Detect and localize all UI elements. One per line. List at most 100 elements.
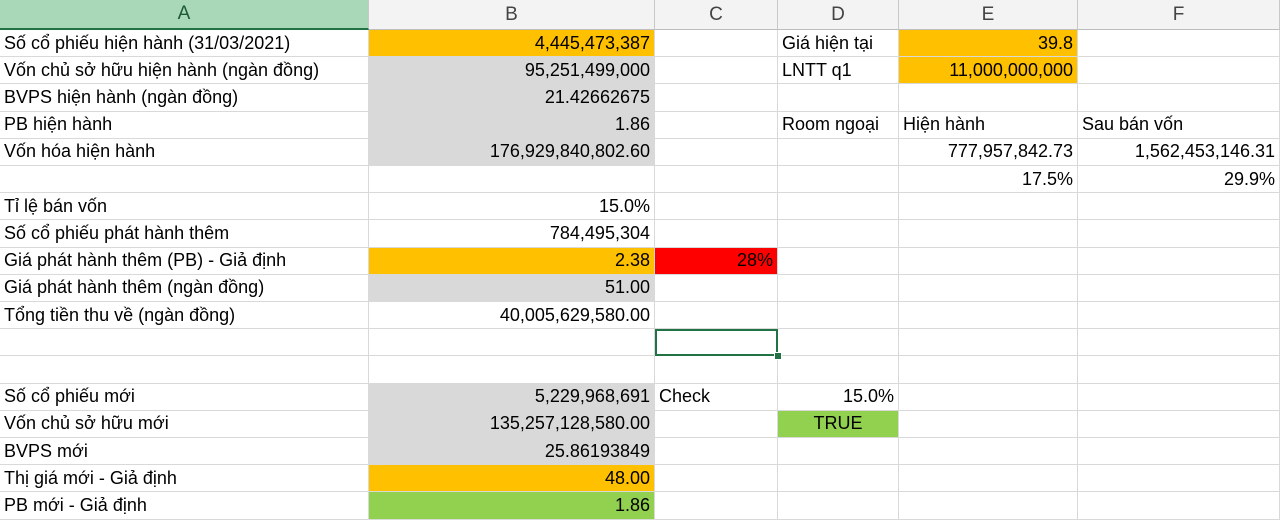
cell-b6[interactable]: 176,929,840,802.60	[369, 138, 655, 166]
cell-c13[interactable]	[655, 329, 778, 357]
cell-f9[interactable]	[1078, 220, 1280, 248]
cell-e15[interactable]	[899, 383, 1078, 411]
cell-e6[interactable]: 777,957,842.73	[899, 138, 1078, 166]
cell-d7[interactable]	[778, 166, 899, 194]
cell-d4[interactable]	[778, 84, 899, 112]
fill-handle[interactable]	[774, 352, 782, 361]
cell-e19[interactable]	[899, 492, 1078, 520]
cell-a19[interactable]: PB mới - Giả định	[0, 492, 369, 520]
cell-a10[interactable]: Giá phát hành thêm (PB) - Giả định	[0, 247, 369, 275]
cell-a11[interactable]: Giá phát hành thêm (ngàn đồng)	[0, 274, 369, 302]
cell-d2[interactable]: Giá hiện tại	[778, 30, 899, 58]
cell-b5[interactable]: 1.86	[369, 111, 655, 139]
column-header-c[interactable]: C	[655, 0, 778, 30]
cell-b9[interactable]: 784,495,304	[369, 220, 655, 248]
cell-e8[interactable]	[899, 193, 1078, 221]
cell-a14[interactable]	[0, 356, 369, 384]
cell-e11[interactable]	[899, 274, 1078, 302]
cell-c9[interactable]	[655, 220, 778, 248]
cell-e3[interactable]: 11,000,000,000	[899, 57, 1078, 85]
cell-f12[interactable]	[1078, 302, 1280, 330]
cell-e16[interactable]	[899, 410, 1078, 438]
cell-e17[interactable]	[899, 438, 1078, 466]
cell-a16[interactable]: Vốn chủ sở hữu mới	[0, 410, 369, 438]
cell-d5[interactable]: Room ngoại	[778, 111, 899, 139]
cell-d10[interactable]	[778, 247, 899, 275]
cell-d19[interactable]	[778, 492, 899, 520]
cell-c14[interactable]	[655, 356, 778, 384]
cell-e18[interactable]	[899, 465, 1078, 493]
cell-c11[interactable]	[655, 274, 778, 302]
cell-c18[interactable]	[655, 465, 778, 493]
cell-f2[interactable]	[1078, 30, 1280, 58]
cell-e4[interactable]	[899, 84, 1078, 112]
cell-d13[interactable]	[778, 329, 899, 357]
cell-b18[interactable]: 48.00	[369, 465, 655, 493]
cell-f11[interactable]	[1078, 274, 1280, 302]
cell-a8[interactable]: Tỉ lệ bán vốn	[0, 193, 369, 221]
cell-c19[interactable]	[655, 492, 778, 520]
cell-f7[interactable]: 29.9%	[1078, 166, 1280, 194]
cell-c10[interactable]: 28%	[655, 247, 778, 275]
cell-a6[interactable]: Vốn hóa hiện hành	[0, 138, 369, 166]
column-header-d[interactable]: D	[778, 0, 899, 30]
cell-a9[interactable]: Số cổ phiếu phát hành thêm	[0, 220, 369, 248]
cell-b12[interactable]: 40,005,629,580.00	[369, 302, 655, 330]
cell-b13[interactable]	[369, 329, 655, 357]
cell-d12[interactable]	[778, 302, 899, 330]
column-header-a[interactable]: A	[0, 0, 369, 30]
cell-f6[interactable]: 1,562,453,146.31	[1078, 138, 1280, 166]
cell-b11[interactable]: 51.00	[369, 274, 655, 302]
cell-f13[interactable]	[1078, 329, 1280, 357]
cell-b16[interactable]: 135,257,128,580.00	[369, 410, 655, 438]
cell-d14[interactable]	[778, 356, 899, 384]
cell-d11[interactable]	[778, 274, 899, 302]
cell-f16[interactable]	[1078, 410, 1280, 438]
cell-c7[interactable]	[655, 166, 778, 194]
cell-b2[interactable]: 4,445,473,387	[369, 30, 655, 58]
cell-b15[interactable]: 5,229,968,691	[369, 383, 655, 411]
column-header-e[interactable]: E	[899, 0, 1078, 30]
cell-c16[interactable]	[655, 410, 778, 438]
cell-b7[interactable]	[369, 166, 655, 194]
cell-e9[interactable]	[899, 220, 1078, 248]
cell-b3[interactable]: 95,251,499,000	[369, 57, 655, 85]
cell-c15[interactable]: Check	[655, 383, 778, 411]
cell-a17[interactable]: BVPS mới	[0, 438, 369, 466]
cell-a13[interactable]	[0, 329, 369, 357]
cell-d15[interactable]: 15.0%	[778, 383, 899, 411]
cell-d8[interactable]	[778, 193, 899, 221]
cell-d9[interactable]	[778, 220, 899, 248]
cell-c6[interactable]	[655, 138, 778, 166]
cell-b19[interactable]: 1.86	[369, 492, 655, 520]
column-header-b[interactable]: B	[369, 0, 655, 30]
cell-e7[interactable]: 17.5%	[899, 166, 1078, 194]
cell-a2[interactable]: Số cổ phiếu hiện hành (31/03/2021)	[0, 30, 369, 58]
cell-f3[interactable]	[1078, 57, 1280, 85]
cell-f14[interactable]	[1078, 356, 1280, 384]
cell-c5[interactable]	[655, 111, 778, 139]
cell-c3[interactable]	[655, 57, 778, 85]
cell-b10[interactable]: 2.38	[369, 247, 655, 275]
cell-c8[interactable]	[655, 193, 778, 221]
cell-b17[interactable]: 25.86193849	[369, 438, 655, 466]
cell-f15[interactable]	[1078, 383, 1280, 411]
cell-a3[interactable]: Vốn chủ sở hữu hiện hành (ngàn đồng)	[0, 57, 369, 85]
cell-c12[interactable]	[655, 302, 778, 330]
cell-f5[interactable]: Sau bán vốn	[1078, 111, 1280, 139]
cell-e14[interactable]	[899, 356, 1078, 384]
cell-c4[interactable]	[655, 84, 778, 112]
cell-f4[interactable]	[1078, 84, 1280, 112]
cell-d16[interactable]: TRUE	[778, 410, 899, 438]
column-header-f[interactable]: F	[1078, 0, 1280, 30]
cell-c17[interactable]	[655, 438, 778, 466]
cell-f10[interactable]	[1078, 247, 1280, 275]
cell-e12[interactable]	[899, 302, 1078, 330]
cell-a15[interactable]: Số cổ phiếu mới	[0, 383, 369, 411]
cell-d6[interactable]	[778, 138, 899, 166]
cell-d18[interactable]	[778, 465, 899, 493]
cell-b8[interactable]: 15.0%	[369, 193, 655, 221]
cell-f18[interactable]	[1078, 465, 1280, 493]
cell-d17[interactable]	[778, 438, 899, 466]
cell-e10[interactable]	[899, 247, 1078, 275]
